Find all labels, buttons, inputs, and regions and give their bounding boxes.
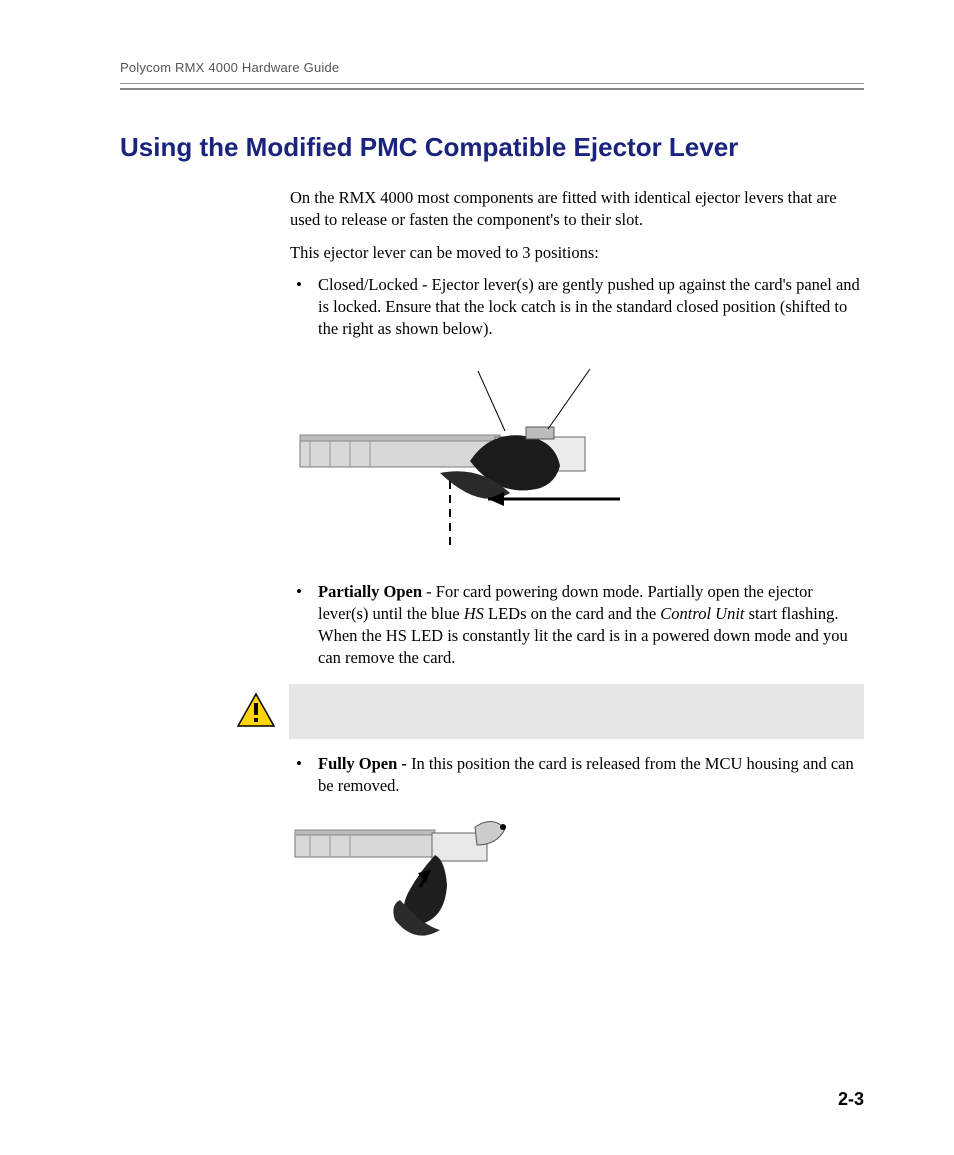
- positions-list: Closed/Locked - Ejector lever(s) are gen…: [290, 274, 864, 341]
- body-column: On the RMX 4000 most components are fitt…: [290, 187, 864, 965]
- intro-paragraph-2: This ejector lever can be moved to 3 pos…: [290, 242, 864, 264]
- figure-closed-lever: [290, 361, 864, 561]
- partial-text-b: LEDs on the card and the: [484, 604, 660, 623]
- ejector-lever-closed-illustration: [290, 361, 670, 561]
- positions-list-partial: Partially Open - For card powering down …: [290, 581, 864, 670]
- caution-callout: [235, 684, 864, 739]
- page-number: 2-3: [838, 1089, 864, 1110]
- hs-italic: HS: [464, 604, 484, 623]
- list-item-fully-open: Fully Open - In this position the card i…: [290, 753, 864, 798]
- section-heading: Using the Modified PMC Compatible Ejecto…: [120, 132, 864, 163]
- list-item-closed: Closed/Locked - Ejector lever(s) are gen…: [290, 274, 864, 341]
- partial-open-label: Partially Open: [318, 582, 422, 601]
- intro-paragraph-1: On the RMX 4000 most components are fitt…: [290, 187, 864, 232]
- fully-open-label: Fully Open -: [318, 754, 411, 773]
- document-page: Polycom RMX 4000 Hardware Guide Using th…: [0, 0, 954, 1155]
- positions-list-fully: Fully Open - In this position the card i…: [290, 753, 864, 798]
- running-header: Polycom RMX 4000 Hardware Guide: [120, 60, 864, 75]
- ejector-lever-open-illustration: [290, 815, 550, 965]
- caution-placeholder-bar: [289, 684, 864, 739]
- figure-fully-open-lever: [290, 815, 864, 965]
- control-unit-italic: Control Unit: [660, 604, 744, 623]
- header-rule: [120, 83, 864, 90]
- caution-icon: [235, 684, 277, 739]
- list-item-partially-open: Partially Open - For card powering down …: [290, 581, 864, 670]
